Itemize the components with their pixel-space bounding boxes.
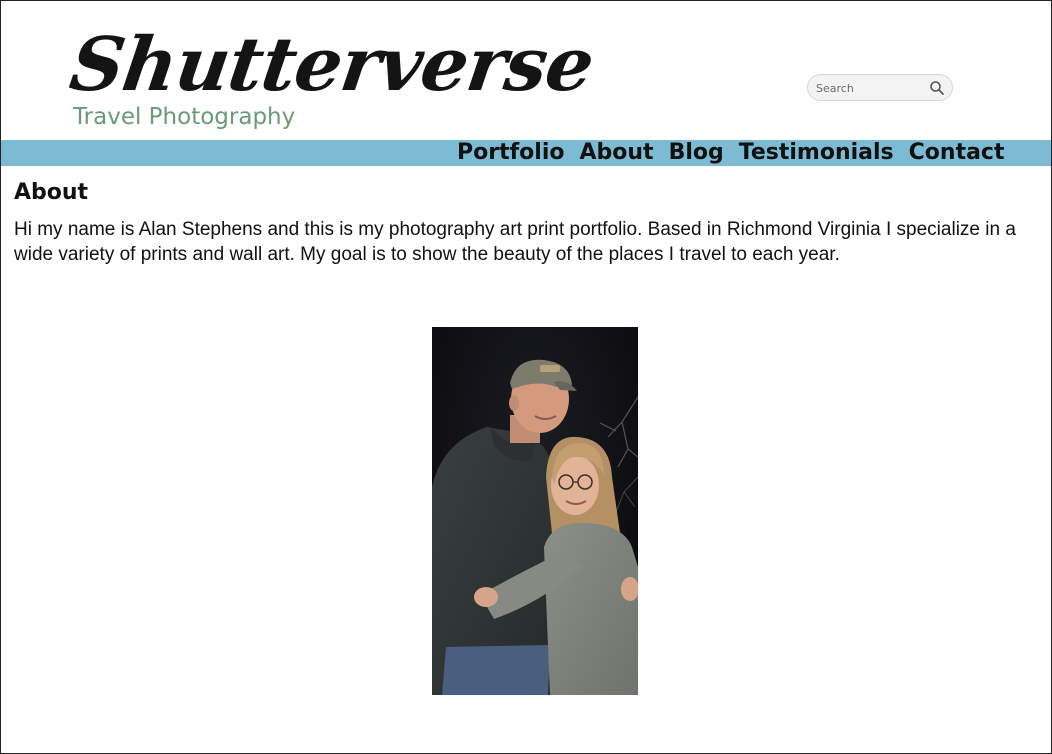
search-icon[interactable] — [929, 80, 945, 96]
search-input[interactable] — [816, 79, 926, 98]
site-tagline: Travel Photography — [73, 104, 296, 130]
page-frame: Shutterverse Travel Photography Portfoli… — [0, 0, 1052, 754]
page-title: About — [14, 180, 89, 205]
nav-testimonials[interactable]: Testimonials — [739, 140, 894, 166]
nav-about[interactable]: About — [580, 140, 654, 166]
site-logo[interactable]: Shutterverse — [65, 22, 598, 108]
about-paragraph: Hi my name is Alan Stephens and this is … — [14, 219, 1016, 265]
nav-blog[interactable]: Blog — [669, 140, 724, 166]
nav-contact[interactable]: Contact — [909, 140, 1005, 166]
couple-photo-image — [432, 327, 638, 695]
nav-portfolio[interactable]: Portfolio — [457, 140, 565, 166]
profile-photo — [432, 327, 638, 695]
main-nav: Portfolio About Blog Testimonials Contac… — [457, 140, 1004, 166]
search-box — [807, 74, 953, 101]
main-nav-bar: Portfolio About Blog Testimonials Contac… — [1, 140, 1051, 166]
